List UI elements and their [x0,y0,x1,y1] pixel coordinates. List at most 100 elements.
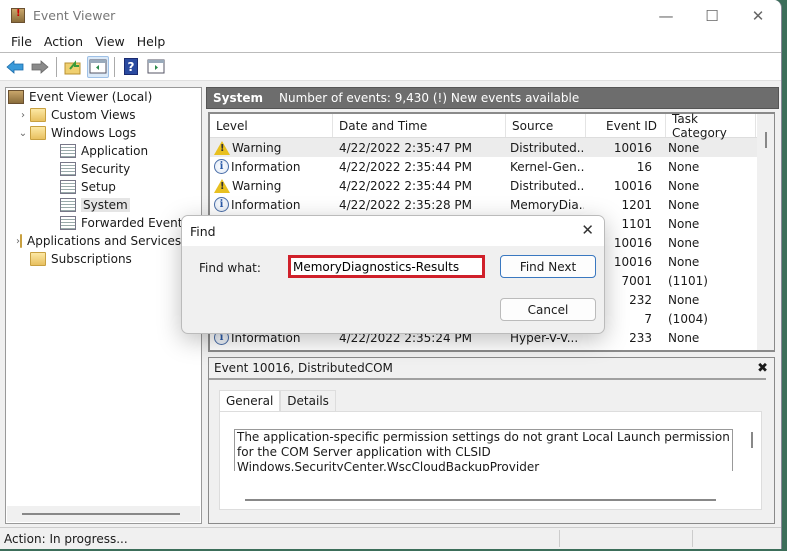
log-icon [60,144,76,158]
find-dialog-titlebar: Find ✕ [182,216,604,246]
show-hide-action-pane-icon [147,59,165,74]
event-row[interactable]: i Information 4/22/2022 2:35:44 PM Kernel-G… [210,157,774,176]
show-hide-console-tree-button[interactable] [87,55,109,78]
log-icon [60,216,76,230]
tree-item-application[interactable]: Application [6,142,201,160]
general-tab-body: The application-specific permission sett… [219,411,762,510]
level-cell: Warning [210,140,333,155]
tree-item-label: System [81,198,130,212]
tree-item-label: Windows Logs [51,126,137,140]
status-separator [559,530,560,547]
tree-item-security[interactable]: Security [6,160,201,178]
task-category-cell: None [668,140,700,155]
folder-icon [30,126,46,140]
help-button[interactable]: ? [120,56,142,78]
scrollbar-thumb[interactable] [765,132,767,148]
menu-view[interactable]: View [89,34,131,49]
back-arrow-icon [6,59,24,74]
task-category-cell: (1004) [668,311,708,326]
close-detail-icon[interactable]: ✖ [757,361,768,376]
event-id-cell: 1201 [621,197,652,212]
show-hide-action-pane-button[interactable] [145,56,167,78]
grid-header: Level Date and Time Source Event ID Task… [210,112,774,140]
pane-header: System Number of events: 9,430 (!) New e… [206,87,779,109]
date-cell: 4/22/2022 2:35:44 PM [339,159,473,174]
column-header-event-id[interactable]: Event ID [586,114,666,137]
menu-file[interactable]: File [5,34,38,49]
toolbar: ? [0,53,781,81]
find-next-button[interactable]: Find Next [500,255,596,278]
find-close-icon[interactable]: ✕ [581,221,594,239]
tree-item-applications-and-services-logs[interactable]: › Applications and Services Logs [6,232,213,250]
event-viewer-app-icon [11,8,25,23]
menu-action[interactable]: Action [38,34,89,49]
tab-details[interactable]: Details [280,390,336,411]
event-row[interactable]: Warning 4/22/2022 2:35:44 PM Distributed..… [210,176,774,195]
show-hide-console-tree-icon [89,59,107,74]
tab-general[interactable]: General [219,390,281,411]
tree-item-forwarded-events[interactable]: Forwarded Events [6,214,201,232]
svg-text:?: ? [128,60,135,74]
event-row[interactable]: Warning 4/22/2022 2:35:47 PM Distributed..… [210,138,774,157]
tree-item-label: Custom Views [51,108,136,122]
chevron-right-icon[interactable]: › [16,110,30,121]
tree-item-label: Setup [81,180,116,194]
level-text: Warning [232,178,282,193]
find-what-input[interactable] [288,255,485,278]
close-button[interactable]: ✕ [735,0,781,31]
folder-icon [20,234,22,248]
log-icon [60,162,76,176]
description-scrollbar[interactable] [751,432,753,448]
tree-horizontal-scrollbar[interactable] [7,506,200,522]
forward-button[interactable] [29,56,51,78]
event-id-cell: 10016 [613,140,652,155]
tree-item-label: Forwarded Events [81,216,189,230]
tree-item-custom-views[interactable]: › Custom Views [6,106,201,124]
tree-item-subscriptions[interactable]: Subscriptions [6,250,201,268]
scrollbar-thumb[interactable] [22,513,180,515]
date-cell: 4/22/2022 2:35:28 PM [339,197,473,212]
level-text: Information [231,197,301,212]
menu-help[interactable]: Help [131,34,172,49]
tree-item-system[interactable]: System [6,196,201,214]
help-icon: ? [124,58,138,75]
event-row[interactable]: i Information 4/22/2022 2:35:28 PM MemoryDi… [210,195,774,214]
minimize-button[interactable]: — [643,0,689,31]
back-button[interactable] [4,56,26,78]
column-header-source[interactable]: Source [506,114,586,137]
grid-vertical-scrollbar[interactable] [757,114,774,350]
source-cell: Distributed... [510,140,584,155]
folder-icon [30,108,46,122]
task-category-cell: None [668,254,700,269]
source-cell: Kernel-Gen... [510,159,584,174]
find-dialog: Find ✕ Find what: Find Next Cancel [181,215,605,334]
column-header-level[interactable]: Level [210,114,333,137]
task-category-cell: None [668,292,700,307]
cancel-button[interactable]: Cancel [500,298,596,321]
task-category-cell: None [668,197,700,212]
task-category-cell: None [668,235,700,250]
up-one-level-button[interactable] [62,56,84,78]
task-category-cell: None [668,330,700,345]
information-icon: i [214,159,229,174]
tree-item-setup[interactable]: Setup [6,178,201,196]
column-header-task-category[interactable]: Task Category [666,112,756,140]
tree-item-label: Security [81,162,131,176]
maximize-button[interactable]: ☐ [689,0,735,31]
up-folder-icon [64,59,81,74]
event-description: The application-specific permission sett… [234,429,733,471]
level-cell: Warning [210,178,333,193]
window-title: Event Viewer [33,8,116,23]
tree-item-event-viewer-local-[interactable]: Event Viewer (Local) [6,88,201,106]
find-what-label: Find what: [199,261,261,275]
status-text: Action: In progress... [4,531,128,546]
event-id-cell: 10016 [613,178,652,193]
column-header-date[interactable]: Date and Time [333,114,506,137]
chevron-down-icon[interactable]: ⌄ [16,128,30,139]
tree-item-windows-logs[interactable]: ⌄ Windows Logs [6,124,201,142]
level-cell: i Information [210,197,333,212]
detail-horizontal-scrollbar[interactable] [245,499,716,501]
title-bar: Event Viewer — ☐ ✕ [0,0,781,31]
menu-bar: File Action View Help [0,31,781,53]
event-id-cell: 16 [636,159,652,174]
